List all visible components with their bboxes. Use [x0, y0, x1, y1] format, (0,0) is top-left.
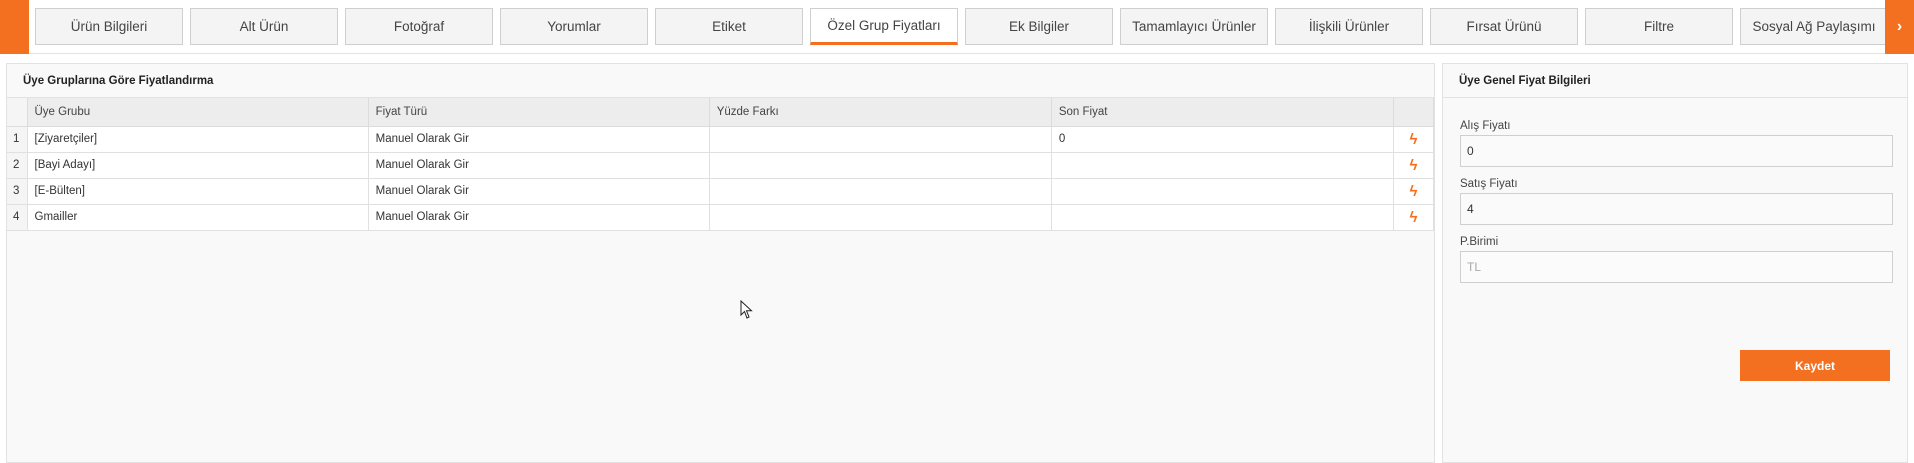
row-number-header [7, 98, 28, 127]
tab-filtre[interactable]: Filtre [1585, 8, 1733, 45]
tab-sosyal-ag-paylasimi[interactable]: Sosyal Ağ Paylaşımı [1740, 8, 1888, 45]
lightning-icon[interactable]: ϟ [1409, 131, 1417, 148]
column-header-final-price[interactable]: Son Fiyat [1051, 98, 1394, 127]
table-row[interactable]: 4 Gmailler Manuel Olarak Gir ϟ [7, 204, 1435, 231]
cell-final-price[interactable] [1051, 204, 1394, 231]
currency-field: TL [1460, 251, 1893, 283]
tab-ozel-grup-fiyatlari[interactable]: Özel Grup Fiyatları [810, 8, 958, 45]
purchase-price-input[interactable]: 0 [1460, 135, 1893, 167]
table-header-row: Üye Grubu Fiyat Türü Yüzde Farkı Son Fiy… [7, 98, 1435, 127]
general-price-form: Alış Fiyatı 0 Satış Fiyatı 4 P.Birimi TL [1443, 98, 1907, 283]
cell-percent-diff[interactable] [709, 178, 1052, 205]
lightning-icon[interactable]: ϟ [1409, 183, 1417, 200]
sale-price-input[interactable]: 4 [1460, 193, 1893, 225]
cell-final-price[interactable] [1051, 178, 1394, 205]
row-action[interactable]: ϟ [1393, 204, 1435, 231]
tabs-scroll-left-button[interactable] [0, 0, 29, 54]
cell-price-type[interactable]: Manuel Olarak Gir [368, 204, 710, 231]
cell-price-type[interactable]: Manuel Olarak Gir [368, 152, 710, 179]
row-action[interactable]: ϟ [1393, 178, 1435, 205]
row-action[interactable]: ϟ [1393, 126, 1435, 153]
cell-group: [Ziyaretçiler] [27, 126, 369, 153]
general-price-panel: Üye Genel Fiyat Bilgileri Alış Fiyatı 0 … [1442, 63, 1908, 463]
table-row[interactable]: 3 [E-Bülten] Manuel Olarak Gir ϟ [7, 178, 1435, 205]
sale-price-label: Satış Fiyatı [1460, 178, 1518, 190]
tab-ek-bilgiler[interactable]: Ek Bilgiler [965, 8, 1113, 45]
member-group-pricing-panel: Üye Gruplarına Göre Fiyatlandırma Üye Gr… [6, 63, 1435, 463]
row-action[interactable]: ϟ [1393, 152, 1435, 179]
column-header-actions [1393, 98, 1435, 127]
tab-firsat-urunu[interactable]: Fırsat Ürünü [1430, 8, 1578, 45]
cell-price-type[interactable]: Manuel Olarak Gir [368, 178, 710, 205]
currency-label: P.Birimi [1460, 236, 1499, 248]
column-header-group[interactable]: Üye Grubu [27, 98, 369, 127]
cell-group: Gmailler [27, 204, 369, 231]
row-number: 2 [7, 152, 28, 179]
tab-urun-bilgileri[interactable]: Ürün Bilgileri [35, 8, 183, 45]
tab-alt-urun[interactable]: Alt Ürün [190, 8, 338, 45]
general-panel-title: Üye Genel Fiyat Bilgileri [1443, 64, 1907, 98]
cell-percent-diff[interactable] [709, 204, 1052, 231]
tabs-scroll-right-button[interactable]: › [1885, 0, 1914, 54]
cell-group: [E-Bülten] [27, 178, 369, 205]
cell-percent-diff[interactable] [709, 126, 1052, 153]
chevron-right-icon: › [1896, 18, 1903, 35]
table-row[interactable]: 1 [Ziyaretçiler] Manuel Olarak Gir 0 ϟ [7, 126, 1435, 153]
pricing-table: Üye Grubu Fiyat Türü Yüzde Farkı Son Fiy… [7, 98, 1435, 231]
cell-group: [Bayi Adayı] [27, 152, 369, 179]
content-area: Üye Gruplarına Göre Fiyatlandırma Üye Gr… [0, 55, 1914, 463]
cell-price-type[interactable]: Manuel Olarak Gir [368, 126, 710, 153]
cell-final-price[interactable]: 0 [1051, 126, 1394, 153]
row-number: 4 [7, 204, 28, 231]
cell-percent-diff[interactable] [709, 152, 1052, 179]
tab-fotograf[interactable]: Fotoğraf [345, 8, 493, 45]
cell-final-price[interactable] [1051, 152, 1394, 179]
tab-list: Ürün Bilgileri Alt Ürün Fotoğraf Yorumla… [35, 8, 1888, 45]
row-number: 3 [7, 178, 28, 205]
tab-tamamlayici-urunler[interactable]: Tamamlayıcı Ürünler [1120, 8, 1268, 45]
column-header-percent-diff[interactable]: Yüzde Farkı [709, 98, 1052, 127]
tab-yorumlar[interactable]: Yorumlar [500, 8, 648, 45]
table-row[interactable]: 2 [Bayi Adayı] Manuel Olarak Gir ϟ [7, 152, 1435, 179]
row-number: 1 [7, 126, 28, 153]
tab-etiket[interactable]: Etiket [655, 8, 803, 45]
lightning-icon[interactable]: ϟ [1409, 157, 1417, 174]
tab-bar: Ürün Bilgileri Alt Ürün Fotoğraf Yorumla… [0, 0, 1914, 54]
save-button[interactable]: Kaydet [1740, 350, 1890, 381]
mouse-cursor-icon [740, 300, 753, 319]
tab-iliskili-urunler[interactable]: İlişkili Ürünler [1275, 8, 1423, 45]
pricing-panel-title: Üye Gruplarına Göre Fiyatlandırma [7, 64, 1434, 98]
column-header-price-type[interactable]: Fiyat Türü [368, 98, 710, 127]
lightning-icon[interactable]: ϟ [1409, 209, 1417, 226]
purchase-price-label: Alış Fiyatı [1460, 120, 1511, 132]
